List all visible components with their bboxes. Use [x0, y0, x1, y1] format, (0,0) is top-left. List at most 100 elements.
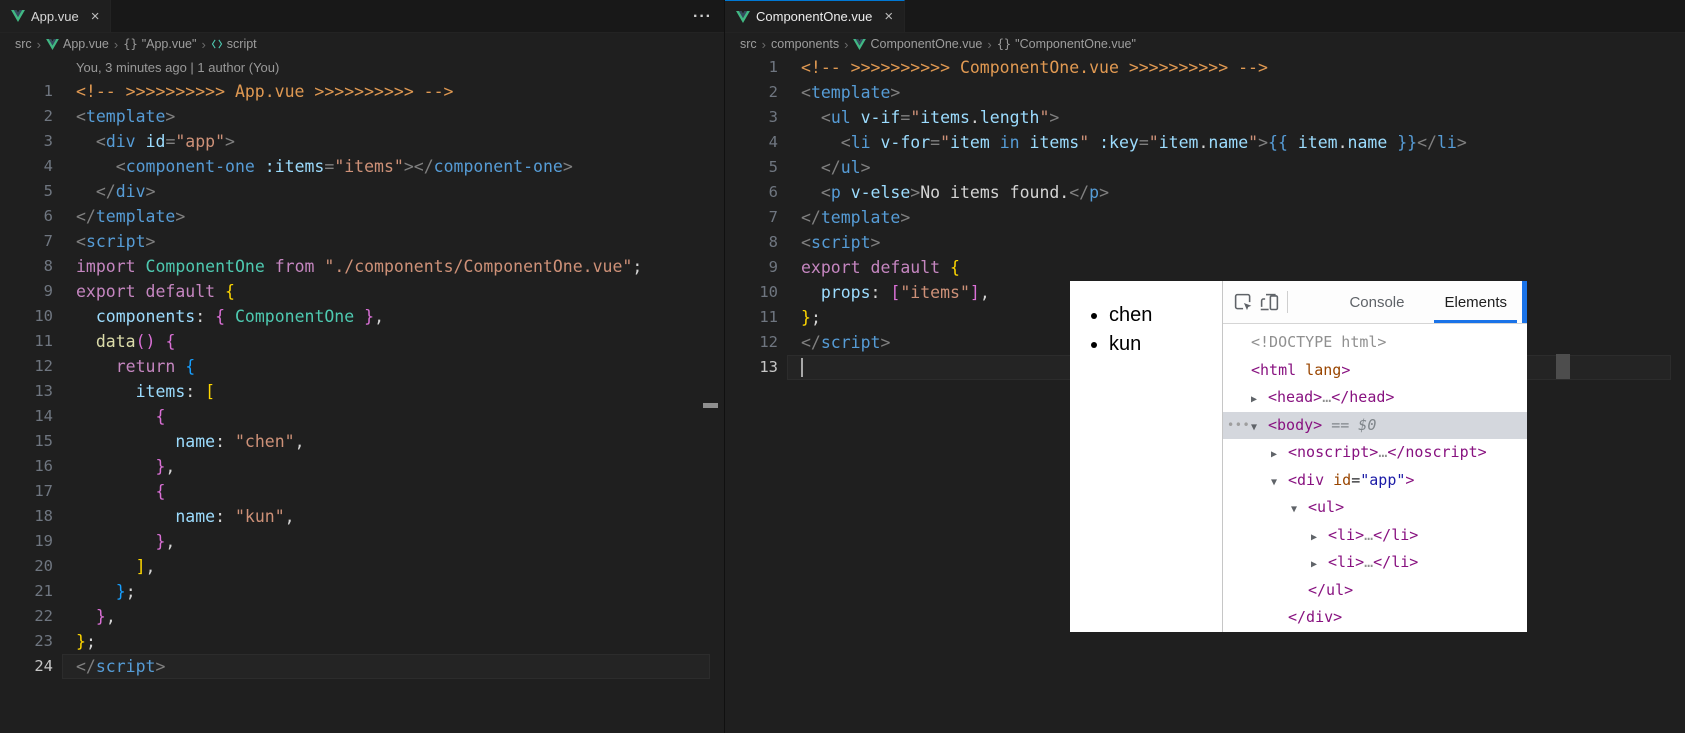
- line-number: 16: [34, 457, 53, 475]
- line-number: 4: [768, 133, 778, 151]
- line-number: 2: [43, 107, 53, 125]
- code-line[interactable]: 4 <component-one :items="items"></compon…: [0, 154, 724, 179]
- code-text: </div>: [95, 182, 156, 201]
- code-text: };: [115, 582, 136, 601]
- breadcrumb-item[interactable]: {} "ComponentOne.vue": [997, 37, 1136, 51]
- code-line[interactable]: 18 name: "kun",: [0, 504, 724, 529]
- code-line[interactable]: 12 return {: [0, 354, 724, 379]
- code-line[interactable]: 1 <!-- >>>>>>>>>> App.vue >>>>>>>>>> -->: [0, 79, 724, 104]
- code-line[interactable]: 3 <ul v-if="items.length">: [725, 105, 1685, 130]
- line-number: 10: [34, 307, 53, 325]
- dom-tree-node[interactable]: ▼ <ul>: [1223, 494, 1527, 522]
- close-icon[interactable]: ×: [91, 9, 100, 24]
- line-number: 18: [34, 507, 53, 525]
- breadcrumb-item[interactable]: {} "App.vue": [123, 37, 196, 51]
- tab-componentone-vue[interactable]: ComponentOne.vue ×: [725, 0, 906, 32]
- dom-tree-node[interactable]: ▶ <noscript>…</noscript>: [1223, 439, 1527, 467]
- expand-arrow-icon[interactable]: ▶: [1251, 386, 1268, 414]
- dom-tree-node[interactable]: </ul>: [1223, 577, 1527, 605]
- breadcrumb-item[interactable]: src: [740, 37, 757, 51]
- scrollbar-thumb[interactable]: [1556, 354, 1570, 379]
- expand-arrow-icon[interactable]: ▶: [1311, 524, 1328, 552]
- breadcrumb-label: script: [226, 37, 257, 51]
- code-line[interactable]: 19 },: [0, 529, 724, 554]
- code-line[interactable]: 2 <template>: [0, 104, 724, 129]
- dom-tree-node[interactable]: <!DOCTYPE html>: [1223, 329, 1527, 357]
- code-line[interactable]: 13 items: [: [0, 379, 724, 404]
- breadcrumb: src › components › ComponentOne.vue › {} "Compo…: [725, 33, 1685, 55]
- dom-token: <body>: [1268, 415, 1323, 434]
- breadcrumb-label: components: [771, 37, 840, 51]
- code-line[interactable]: 16 },: [0, 454, 724, 479]
- code-line[interactable]: 17 {: [0, 479, 724, 504]
- code-line[interactable]: 4 <li v-for="item in items" :key="item.n…: [725, 130, 1685, 155]
- dom-tree-node[interactable]: </div>: [1223, 604, 1527, 632]
- tab-app-vue[interactable]: App.vue ×: [0, 0, 112, 32]
- code-line[interactable]: 20 ],: [0, 554, 724, 579]
- code-text: data() {: [95, 332, 176, 351]
- line-number: 9: [768, 258, 778, 276]
- code-line[interactable]: 2 <template>: [725, 80, 1685, 105]
- collapse-arrow-icon[interactable]: ▼: [1291, 496, 1308, 524]
- dom-tree-node[interactable]: ▶ <head>…</head>: [1223, 384, 1527, 412]
- code-line[interactable]: 15 name: "chen",: [0, 429, 724, 454]
- code-line[interactable]: 9 export default {: [725, 255, 1685, 280]
- code-line[interactable]: 8 <script>: [725, 230, 1685, 255]
- dom-token: <noscript>: [1288, 443, 1379, 461]
- dom-tree-node[interactable]: <html lang>: [1223, 357, 1527, 385]
- code-line[interactable]: 14 {: [0, 404, 724, 429]
- code-line[interactable]: 5 </div>: [0, 179, 724, 204]
- code-text: },: [95, 607, 116, 626]
- breadcrumb-item[interactable]: script: [211, 37, 257, 51]
- code-line[interactable]: 9 export default {: [0, 279, 724, 304]
- breadcrumb-separator-icon: ›: [987, 36, 992, 52]
- codelens-blame[interactable]: You, 3 minutes ago | 1 author (You): [0, 55, 724, 79]
- dom-tree-node[interactable]: ••• ▼ <body> == $0: [1223, 411, 1527, 442]
- collapse-arrow-icon[interactable]: ▼: [1251, 414, 1268, 442]
- text-cursor: [801, 358, 803, 377]
- expand-arrow-icon[interactable]: ▶: [1311, 551, 1328, 579]
- line-number: 11: [34, 332, 53, 350]
- editor-app-vue[interactable]: You, 3 minutes ago | 1 author (You) 1 <!-…: [0, 55, 724, 733]
- line-number: 3: [768, 108, 778, 126]
- code-line[interactable]: 21 };: [0, 579, 724, 604]
- code-line[interactable]: 8 import ComponentOne from "./components/…: [0, 254, 724, 279]
- breadcrumb-item[interactable]: ComponentOne.vue: [853, 37, 982, 51]
- collapse-arrow-icon[interactable]: ▼: [1271, 469, 1288, 497]
- code-line[interactable]: 1 <!-- >>>>>>>>>> ComponentOne.vue >>>>>>…: [725, 55, 1685, 80]
- code-line[interactable]: 5 </ul>: [725, 155, 1685, 180]
- dom-tree-node[interactable]: ▶ <li>…</li>: [1223, 549, 1527, 577]
- code-text: };: [801, 308, 821, 327]
- vue-icon: [853, 38, 867, 50]
- code-line[interactable]: 6 <p v-else>No items found.</p>: [725, 180, 1685, 205]
- code-line[interactable]: 7 </template>: [725, 205, 1685, 230]
- code-line[interactable]: 23};: [0, 629, 724, 654]
- breadcrumb-item[interactable]: components: [771, 37, 839, 51]
- more-actions-button[interactable]: ···: [693, 0, 712, 33]
- editor-group-left: App.vue × ··· src › App.vue › {} "App.vue" › sc…: [0, 0, 724, 733]
- device-toolbar-icon[interactable]: [1257, 287, 1283, 317]
- inspect-element-icon[interactable]: [1231, 287, 1257, 317]
- dom-token: <li>: [1328, 553, 1365, 571]
- code-line[interactable]: 11 data() {: [0, 329, 724, 354]
- code-line[interactable]: 3 <div id="app">: [0, 129, 724, 154]
- code-line[interactable]: 10 components: { ComponentOne },: [0, 304, 724, 329]
- expand-arrow-icon[interactable]: ▶: [1271, 441, 1288, 469]
- vue-icon: [736, 10, 750, 23]
- dom-tree-node[interactable]: ▼ <div id="app">: [1223, 467, 1527, 495]
- code-line[interactable]: 22 },: [0, 604, 724, 629]
- code-text: <ul v-if="items.length">: [820, 108, 1060, 127]
- code-line[interactable]: 7 <script>: [0, 229, 724, 254]
- devtools-panel: Console Elements <!DOCTYPE html> <html la…: [1222, 281, 1527, 632]
- tab-console[interactable]: Console: [1329, 281, 1424, 323]
- tab-elements[interactable]: Elements: [1424, 281, 1527, 323]
- line-number: 13: [34, 382, 53, 400]
- dom-token: </noscript>: [1387, 443, 1487, 461]
- code-line[interactable]: 24 </script>: [0, 654, 724, 679]
- breadcrumb-item[interactable]: App.vue: [46, 37, 109, 51]
- dom-tree-node[interactable]: ▶ <li>…</li>: [1223, 522, 1527, 550]
- code-line[interactable]: 6 </template>: [0, 204, 724, 229]
- breadcrumb-item[interactable]: src: [15, 37, 32, 51]
- close-icon[interactable]: ×: [884, 9, 893, 24]
- dom-token: </head>: [1331, 388, 1395, 406]
